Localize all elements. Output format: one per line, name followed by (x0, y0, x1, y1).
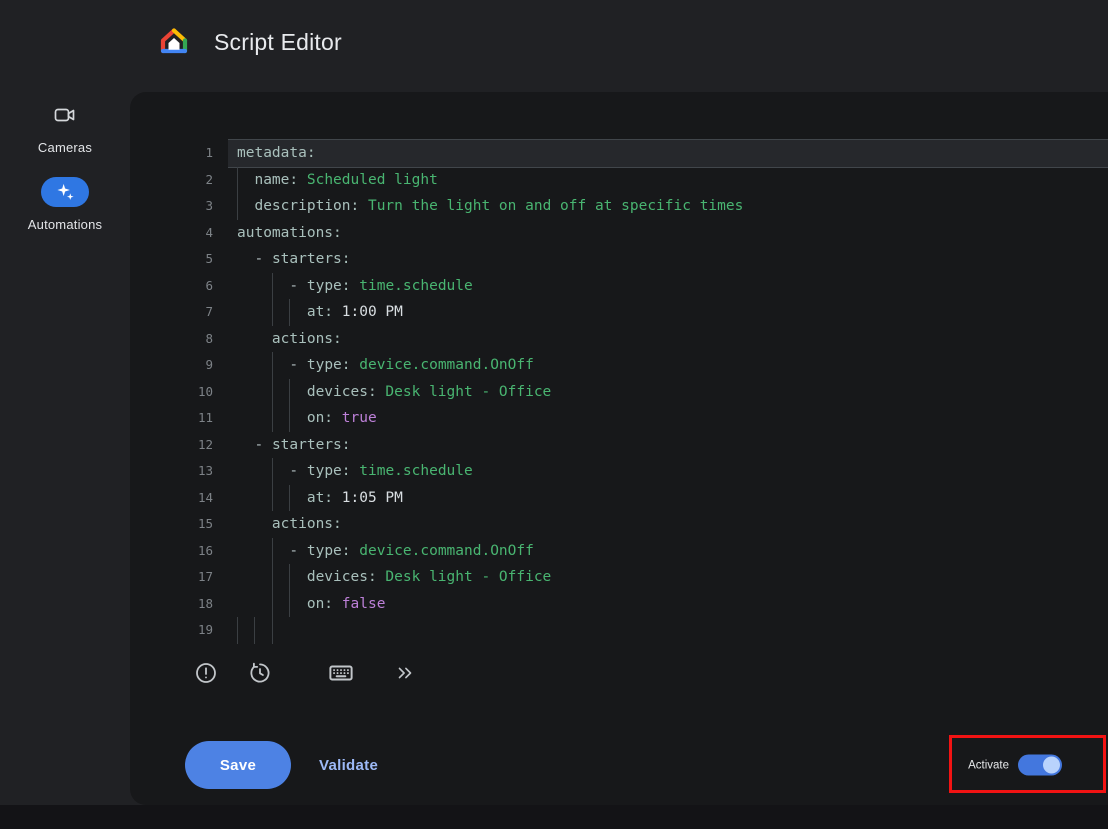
activate-label: Activate (968, 759, 1009, 771)
code-line[interactable]: 16 - type: device.command.OnOff (185, 538, 1108, 565)
line-number: 18 (185, 591, 213, 618)
code-line[interactable]: 7 at: 1:00 PM (185, 299, 1108, 326)
page-title: Script Editor (214, 29, 342, 56)
code-line[interactable]: 18 on: false (185, 591, 1108, 618)
line-number: 12 (185, 432, 213, 459)
keyboard-button[interactable] (328, 660, 354, 686)
code-area: 1metadata:2 name: Scheduled light3 descr… (185, 140, 1108, 644)
indent-guide (272, 485, 273, 512)
sidebar-item-label: Automations (28, 217, 102, 232)
line-number: 10 (185, 379, 213, 406)
expand-button[interactable] (392, 660, 418, 686)
app-header: Script Editor (0, 0, 1108, 84)
code-line[interactable]: 6 - type: time.schedule (185, 273, 1108, 300)
line-number: 1 (185, 140, 213, 167)
indent-guide (272, 299, 273, 326)
indent-guide (272, 538, 273, 565)
indent-guide (272, 405, 273, 432)
indent-guide (272, 273, 273, 300)
code-line[interactable]: 3 description: Turn the light on and off… (185, 193, 1108, 220)
code-line[interactable]: 17 devices: Desk light - Office (185, 564, 1108, 591)
code-line[interactable]: 13 - type: time.schedule (185, 458, 1108, 485)
line-number: 9 (185, 352, 213, 379)
line-number: 13 (185, 458, 213, 485)
exclamation-circle-icon (194, 661, 218, 685)
line-number: 6 (185, 273, 213, 300)
camera-icon (53, 103, 77, 127)
line-number: 15 (185, 511, 213, 538)
line-number: 7 (185, 299, 213, 326)
indent-guide (272, 352, 273, 379)
line-number: 4 (185, 220, 213, 247)
code-line[interactable]: 8 actions: (185, 326, 1108, 353)
indent-guide (237, 167, 238, 194)
script-editor-card: 1metadata:2 name: Scheduled light3 descr… (130, 92, 1108, 805)
editor-toolbar (193, 660, 1108, 686)
code-line[interactable]: 10 devices: Desk light - Office (185, 379, 1108, 406)
line-number: 17 (185, 564, 213, 591)
activate-control: Activate (968, 755, 1062, 776)
indent-guide (272, 379, 273, 406)
indent-guide (289, 379, 290, 406)
sidebar: Cameras Automations (0, 84, 130, 232)
code-line[interactable]: 4automations: (185, 220, 1108, 247)
indent-guide (237, 193, 238, 220)
line-number: 5 (185, 246, 213, 273)
sparkle-icon (55, 182, 75, 202)
code-line[interactable]: 19 (185, 617, 1108, 644)
bottom-strip (0, 805, 1108, 829)
code-line[interactable]: 11 on: true (185, 405, 1108, 432)
line-number: 16 (185, 538, 213, 565)
code-line[interactable]: 1metadata: (185, 140, 1108, 167)
indent-guide (289, 405, 290, 432)
code-line[interactable]: 2 name: Scheduled light (185, 167, 1108, 194)
indent-guide (272, 458, 273, 485)
line-number: 2 (185, 167, 213, 194)
problems-button[interactable] (193, 660, 219, 686)
indent-guide (272, 564, 273, 591)
indent-guide (289, 591, 290, 618)
line-number: 3 (185, 193, 213, 220)
indent-guide (272, 617, 273, 644)
code-line[interactable]: 12 - starters: (185, 432, 1108, 459)
sidebar-item-cameras[interactable]: Cameras (38, 100, 92, 155)
validate-button[interactable]: Validate (319, 757, 378, 774)
indent-guide (289, 485, 290, 512)
sidebar-item-label: Cameras (38, 140, 92, 155)
code-line[interactable]: 5 - starters: (185, 246, 1108, 273)
keyboard-icon (328, 660, 354, 686)
code-line[interactable]: 9 - type: device.command.OnOff (185, 352, 1108, 379)
line-number: 8 (185, 326, 213, 353)
indent-guide (289, 564, 290, 591)
sidebar-item-automations[interactable]: Automations (28, 177, 102, 232)
line-number: 14 (185, 485, 213, 512)
double-chevron-icon (394, 662, 416, 684)
line-number: 19 (185, 617, 213, 644)
save-button[interactable]: Save (185, 741, 291, 789)
line-number: 11 (185, 405, 213, 432)
code-line[interactable]: 14 at: 1:05 PM (185, 485, 1108, 512)
indent-guide (289, 299, 290, 326)
code-line[interactable]: 15 actions: (185, 511, 1108, 538)
activate-toggle[interactable] (1018, 755, 1062, 776)
google-home-logo-icon (158, 26, 190, 58)
editor-actions-bar: Save Validate Activate (185, 739, 1108, 791)
toggle-knob (1043, 757, 1060, 774)
code-editor[interactable]: 1metadata:2 name: Scheduled light3 descr… (130, 92, 1108, 644)
indent-guide (254, 617, 255, 644)
history-button[interactable] (247, 660, 273, 686)
indent-guide (272, 591, 273, 618)
indent-guide (237, 617, 238, 644)
history-icon (248, 661, 272, 685)
